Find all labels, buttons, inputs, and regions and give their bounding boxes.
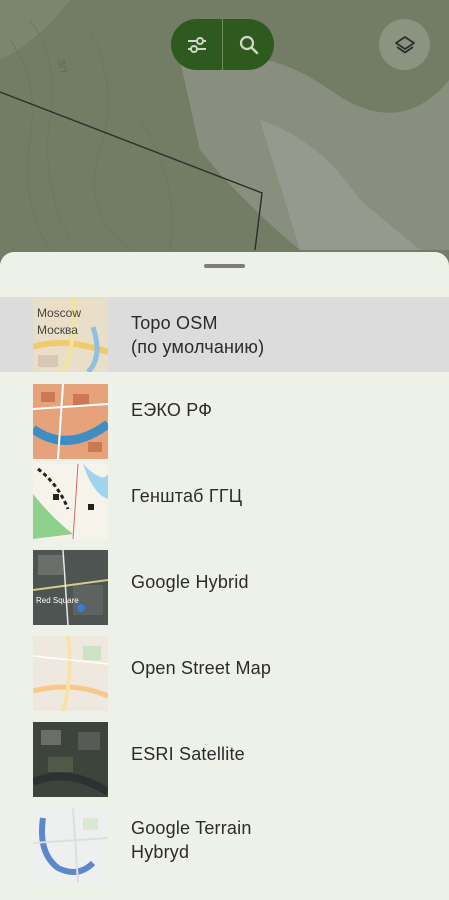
layers-icon — [394, 35, 415, 53]
thumb-label: Москва — [37, 323, 78, 337]
layer-title: Topo OSM — [131, 313, 218, 333]
sliders-icon — [187, 36, 206, 53]
layers-button[interactable] — [379, 19, 430, 70]
layer-item-eeko[interactable]: ЕЭКО РФ — [0, 372, 449, 459]
layer-thumbnail — [33, 636, 108, 711]
search-icon — [239, 35, 258, 54]
layer-item-google-hybrid[interactable]: Red Square Google Hybrid — [0, 544, 449, 630]
layer-label: Open Street Map — [131, 656, 271, 680]
layer-item-google-terrain[interactable]: Google Terrain Hybryd — [0, 802, 449, 888]
layer-thumbnail — [33, 808, 108, 883]
layer-thumbnail — [33, 464, 108, 539]
layer-title: ЕЭКО РФ — [131, 400, 213, 420]
layer-label: Генштаб ГГЦ — [131, 484, 242, 508]
layer-item-genshtab[interactable]: Генштаб ГГЦ — [0, 458, 449, 544]
filter-button[interactable] — [171, 19, 222, 70]
layer-label: Topo OSM (по умолчанию) — [131, 311, 264, 359]
layer-title: Генштаб ГГЦ — [131, 486, 243, 506]
map-toolbar — [171, 19, 274, 70]
layer-subtitle: Hybryd — [131, 842, 190, 862]
layer-label: Google Terrain Hybryd — [131, 816, 252, 864]
layer-subtitle: (по умолчанию) — [131, 337, 265, 357]
layer-label: ESRI Satellite — [131, 742, 245, 766]
layer-item-osm[interactable]: Open Street Map — [0, 630, 449, 716]
map-label: ЗП — [55, 59, 68, 74]
layer-title: Google Terrain — [131, 818, 252, 838]
layer-title: Open Street Map — [131, 658, 272, 678]
layer-thumbnail — [33, 384, 108, 459]
drag-handle[interactable] — [204, 264, 245, 268]
layer-item-topo-osm[interactable]: Moscow Москва Topo OSM (по умолчанию) — [0, 297, 449, 372]
layer-label: Google Hybrid — [131, 570, 249, 594]
layer-thumbnail: Moscow Москва — [33, 297, 108, 372]
thumb-label: Moscow — [37, 306, 81, 320]
layer-thumbnail: Red Square — [33, 550, 108, 625]
layer-list: Moscow Москва Topo OSM (по умолчанию) ЕЭ… — [0, 297, 449, 888]
layer-title: Google Hybrid — [131, 572, 249, 592]
thumb-label: Red Square — [36, 596, 79, 605]
layer-thumbnail — [33, 722, 108, 797]
layer-item-esri-satellite[interactable]: ESRI Satellite — [0, 716, 449, 802]
search-button[interactable] — [223, 19, 274, 70]
layer-title: ESRI Satellite — [131, 744, 245, 764]
layers-bottom-sheet: Moscow Москва Topo OSM (по умолчанию) ЕЭ… — [0, 252, 449, 900]
layer-label: ЕЭКО РФ — [131, 398, 212, 422]
